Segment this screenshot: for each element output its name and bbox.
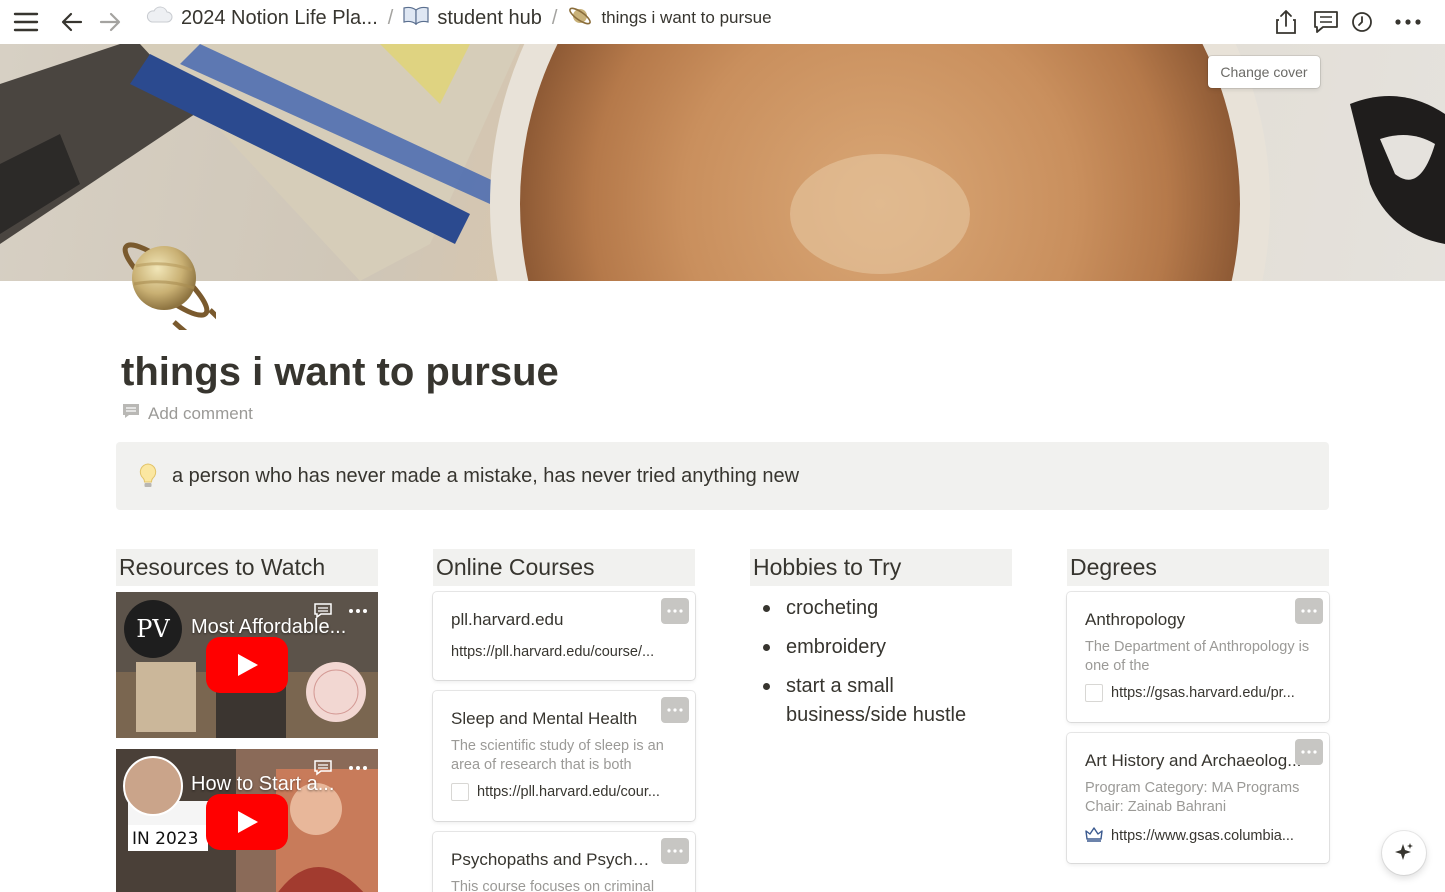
back-arrow-icon[interactable] <box>54 4 90 40</box>
callout-text: a person who has never made a mistake, h… <box>172 464 800 487</box>
favicon-icon <box>451 783 469 801</box>
sparkle-icon <box>1395 843 1413 860</box>
bookmark-url: https://gsas.harvard.edu/pr... <box>1085 684 1311 702</box>
comment-icon <box>122 403 140 424</box>
svg-text:IN 2023: IN 2023 <box>132 829 198 849</box>
column-degrees: Degrees Anthropology The Department of A… <box>1067 549 1329 863</box>
bookmark-title: pll.harvard.edu <box>451 610 564 629</box>
more-icon <box>667 849 683 853</box>
bookmark-description: The Department of Anthropology is one of… <box>1085 639 1310 674</box>
bookmark-description: The scientific study of sleep is an area… <box>451 738 664 773</box>
change-cover-button[interactable]: Change cover <box>1208 56 1320 88</box>
breadcrumb-item[interactable]: student hub <box>403 5 542 31</box>
more-icon <box>1301 609 1317 613</box>
add-comment-button[interactable]: Add comment <box>122 403 253 424</box>
video-embed[interactable]: PV Most Affordable... <box>116 592 378 738</box>
card-more-button[interactable] <box>1295 598 1323 624</box>
breadcrumb-label: things i want to pursue <box>601 8 772 27</box>
bookmark-title: Sleep and Mental Health <box>451 709 638 728</box>
video-more-icon[interactable] <box>344 600 372 622</box>
bookmark-card[interactable]: Psychopaths and Psychop... This course f… <box>433 832 695 892</box>
more-icon <box>667 609 683 613</box>
heading-degrees: Degrees <box>1067 549 1329 586</box>
column-courses: Online Courses pll.harvard.edu https://p… <box>433 549 695 892</box>
card-more-button[interactable] <box>661 697 689 723</box>
bookmark-title: Art History and Archaeolog... <box>1085 751 1302 770</box>
card-more-button[interactable] <box>661 598 689 624</box>
breadcrumb-item[interactable]: things i want to pursue <box>567 3 772 34</box>
column-hobbies: Hobbies to Try crocheting embroidery sta… <box>750 549 1012 740</box>
play-button[interactable] <box>206 794 288 850</box>
list-item[interactable]: start a small business/side hustle <box>750 672 1000 730</box>
quote-callout[interactable]: a person who has never made a mistake, h… <box>116 442 1329 510</box>
ai-assistant-button[interactable] <box>1382 831 1426 875</box>
comments-icon[interactable] <box>1308 4 1344 40</box>
breadcrumb-separator: / <box>387 6 394 29</box>
bookmark-url-text: https://gsas.harvard.edu/pr... <box>1111 685 1295 701</box>
list-item[interactable]: crocheting <box>750 594 1012 623</box>
hobbies-list: crocheting embroidery start a small busi… <box>750 594 1012 730</box>
more-icon <box>667 708 683 712</box>
list-item[interactable]: embroidery <box>750 633 1012 662</box>
history-clock-icon[interactable] <box>1344 4 1380 40</box>
cloud-icon <box>145 6 173 30</box>
heading-courses: Online Courses <box>433 549 695 586</box>
bookmark-card[interactable]: Sleep and Mental Health The scientific s… <box>433 691 695 821</box>
bookmark-card[interactable]: Anthropology The Department of Anthropol… <box>1067 592 1329 722</box>
more-options-icon[interactable] <box>1390 4 1426 40</box>
bookmark-url-text: https://pll.harvard.edu/course/... <box>451 644 655 660</box>
bookmark-description: Program Category: MA Programs Chair: Zai… <box>1085 780 1300 815</box>
crown-icon <box>1085 825 1103 847</box>
page-icon-saturn[interactable] <box>112 226 243 360</box>
bookmark-title: Anthropology <box>1085 610 1186 629</box>
bookmark-card[interactable]: pll.harvard.edu https://pll.harvard.edu/… <box>433 592 695 680</box>
lightbulb-icon <box>136 462 160 490</box>
bookmark-description: This course focuses on criminal <box>451 879 655 892</box>
bookmark-url-text: https://www.gsas.columbia... <box>1111 828 1294 844</box>
play-icon <box>238 811 258 833</box>
book-icon <box>403 5 429 31</box>
video-comment-icon[interactable] <box>309 600 337 622</box>
breadcrumb: 2024 Notion Life Pla... / student hub / … <box>145 0 772 36</box>
bookmark-card[interactable]: Art History and Archaeolog... Program Ca… <box>1067 733 1329 863</box>
cover-image: Change cover <box>0 44 1445 281</box>
breadcrumb-label: student hub <box>437 6 542 29</box>
add-comment-label: Add comment <box>148 403 253 423</box>
heading-resources: Resources to Watch <box>116 549 378 586</box>
video-more-icon[interactable] <box>344 757 372 779</box>
bookmark-url: https://pll.harvard.edu/cour... <box>451 783 677 801</box>
play-button[interactable] <box>206 637 288 693</box>
breadcrumb-separator: / <box>551 6 558 29</box>
video-embed[interactable]: IN 2023 How to Start a... <box>116 749 378 892</box>
more-icon <box>1301 750 1317 754</box>
menu-icon[interactable] <box>8 4 44 40</box>
forward-arrow-icon[interactable] <box>92 4 128 40</box>
favicon-icon <box>1085 684 1103 702</box>
breadcrumb-label: 2024 Notion Life Pla... <box>181 6 378 29</box>
bookmark-url: https://pll.harvard.edu/course/... <box>451 644 677 660</box>
heading-hobbies: Hobbies to Try <box>750 549 1012 586</box>
column-resources: Resources to Watch PV Most Affordable... <box>116 549 378 892</box>
card-more-button[interactable] <box>1295 739 1323 765</box>
video-comment-icon[interactable] <box>309 757 337 779</box>
bookmark-url-text: https://pll.harvard.edu/cour... <box>477 784 660 800</box>
bookmark-url: https://www.gsas.columbia... <box>1085 825 1311 847</box>
saturn-icon <box>567 3 593 34</box>
share-icon[interactable] <box>1268 4 1304 40</box>
svg-text:PV: PV <box>136 615 170 643</box>
top-bar: 2024 Notion Life Pla... / student hub / … <box>0 0 1445 44</box>
saturn-icon <box>122 242 243 360</box>
breadcrumb-item[interactable]: 2024 Notion Life Pla... <box>145 6 378 30</box>
bookmark-title: Psychopaths and Psychop... <box>451 850 666 869</box>
page-title[interactable]: things i want to pursue <box>121 350 559 395</box>
play-icon <box>238 654 258 676</box>
card-more-button[interactable] <box>661 838 689 864</box>
